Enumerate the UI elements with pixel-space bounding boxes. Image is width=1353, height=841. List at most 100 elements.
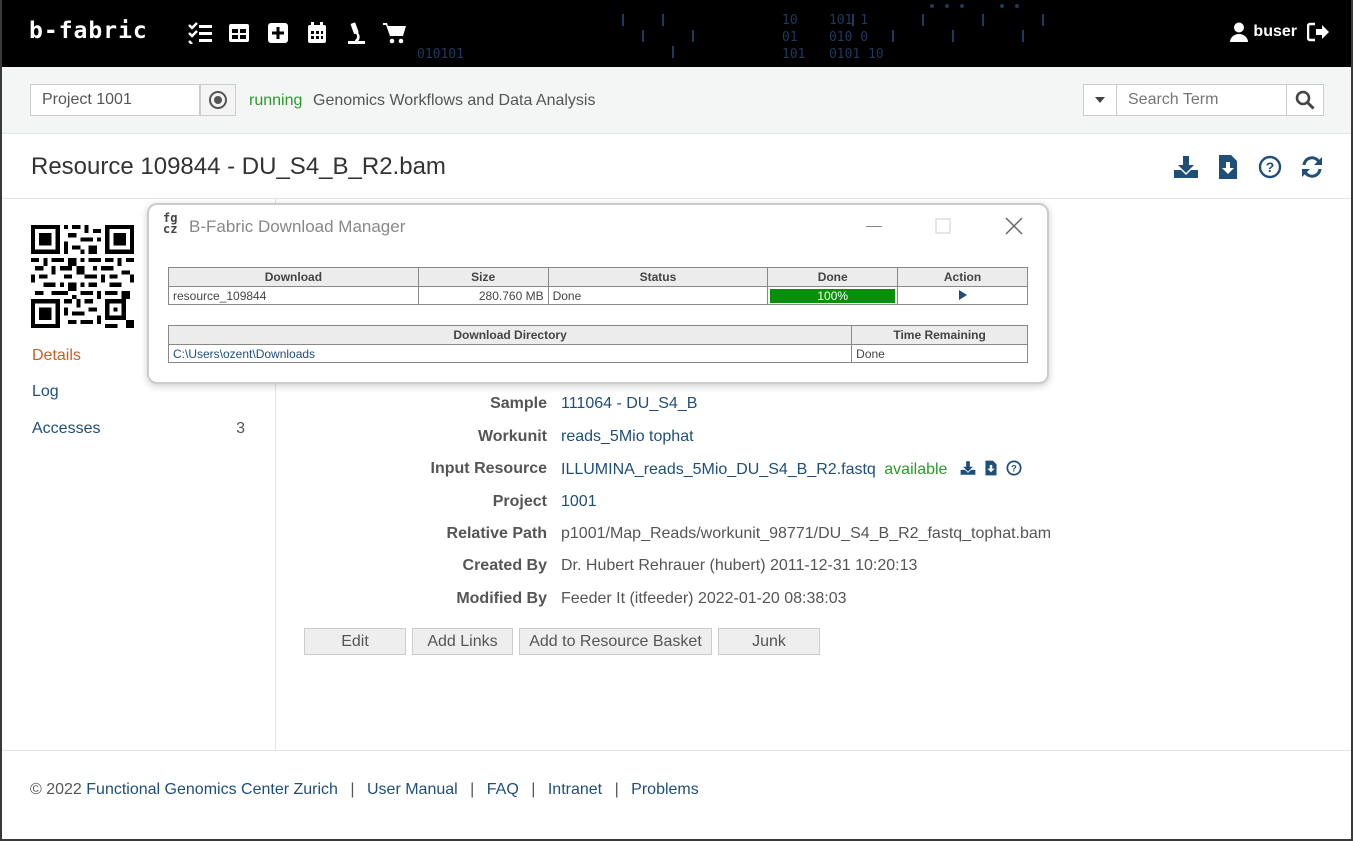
user-menu[interactable]: buser [1229,22,1329,42]
add-links-button[interactable]: Add Links [412,628,513,655]
footer-separator: | [614,781,619,798]
detail-label: Created By [462,557,547,574]
availability-status: available [884,461,948,478]
footer-link-problems[interactable]: Problems [631,781,699,798]
downloads-table: Download Size Status Done Action resourc… [168,267,1028,305]
nav-icons [187,20,407,45]
copyright: © 2022 [30,781,82,798]
app-window: 10 101 1 01 010 0 101 0101 10 010101 b-f… [2,0,1351,839]
col-done: Done [767,267,899,287]
sidebar-item-details[interactable]: Details [32,347,81,365]
created-by-value: Dr. Hubert Rehrauer (hubert) 2011-12-31 … [561,557,918,574]
download-directory-value[interactable]: C:\Users\ozent\Downloads [167,344,853,363]
input-resource-link[interactable]: ILLUMINA_reads_5Mio_DU_S4_B_R2.fastq [561,461,876,478]
sidebar-item-accesses[interactable]: Accesses [32,420,100,438]
table-icon[interactable] [226,20,251,45]
caret-down-icon [1095,97,1105,103]
col-time-remaining: Time Remaining [851,325,1028,345]
footer-link-faq[interactable]: FAQ [487,781,519,798]
close-icon [1005,217,1023,235]
maximize-button[interactable] [931,214,955,238]
download-size: 280.760 MB [417,286,549,305]
svg-text:?: ? [1266,159,1275,175]
search-button[interactable] [1287,84,1324,116]
detail-label: Modified By [456,590,547,607]
progress-cell: 100% [767,286,899,305]
edit-button[interactable]: Edit [304,628,406,655]
detail-label: Workunit [477,428,547,445]
relative-path-value: p1001/Map_Reads/workunit_98771/DU_S4_B_R… [561,525,1052,542]
download-icon[interactable] [960,460,976,476]
close-button[interactable] [1002,214,1026,238]
project-selector[interactable]: Project 1001 [30,84,200,116]
download-manager-dialog: fg cz B-Fabric Download Manager Download… [147,203,1049,384]
col-status: Status [547,267,769,287]
footer-separator: | [470,781,475,798]
action-cell [897,286,1028,305]
footer-links: © 2022 Functional Genomics Center Zurich… [30,781,699,799]
dialog-title: B-Fabric Download Manager [189,217,406,236]
directory-table: Download Directory Time Remaining C:\Use… [167,325,1028,363]
footer-link-user-manual[interactable]: User Manual [367,781,458,798]
action-buttons: Edit Add Links Add to Resource Basket Ju… [304,628,820,655]
detail-label: Project [492,493,547,510]
search-input[interactable] [1117,84,1287,116]
calendar-icon[interactable] [304,20,329,45]
username: buser [1253,23,1297,40]
download-name: resource_109844 [168,286,419,305]
search-scope-dropdown[interactable] [1083,84,1117,116]
help-icon[interactable]: ? [1255,154,1285,180]
project-link[interactable]: 1001 [561,493,597,511]
title-bar: Resource 109844 - DU_S4_B_R2.bam ? [2,134,1351,199]
file-download-icon[interactable] [984,460,998,476]
input-resource-value: ILLUMINA_reads_5Mio_DU_S4_B_R2.fastq ava… [561,460,1022,479]
user-icon [1230,22,1249,42]
input-resource-actions: ? [960,460,1022,476]
logout-icon[interactable] [1307,22,1329,42]
footer-link-intranet[interactable]: Intranet [548,781,602,798]
cart-icon[interactable] [382,20,407,45]
accesses-count: 3 [236,420,245,437]
background-code: 010101 [417,47,464,62]
col-action: Action [897,267,1028,287]
background-pattern [622,4,1044,58]
plus-square-icon[interactable] [265,20,290,45]
tasks-icon[interactable] [187,20,212,45]
project-name: Genomics Workflows and Data Analysis [313,92,596,109]
download-status: Done [547,286,769,305]
col-size: Size [417,267,549,287]
svg-text:?: ? [1011,463,1017,473]
download-icon[interactable] [1171,154,1201,180]
search-icon [1295,90,1315,110]
refresh-icon[interactable] [1297,154,1327,180]
col-download: Download [168,267,419,287]
search-group [1083,84,1324,116]
workunit-link[interactable]: reads_5Mio tophat [561,428,694,446]
footer-link-fgcz[interactable]: Functional Genomics Center Zurich [86,781,338,798]
microscope-icon[interactable] [343,20,368,45]
title-actions: ? [1171,154,1327,180]
project-status: running [249,92,303,109]
table-row: resource_109844 280.760 MB Done 100% [168,286,1028,305]
progress-bar: 100% [770,288,896,303]
project-select-button[interactable] [200,84,236,116]
add-to-resource-basket-button[interactable]: Add to Resource Basket [519,628,712,655]
app-logo[interactable]: b-fabric [29,18,148,44]
minimize-button[interactable] [862,214,886,238]
table-row: C:\Users\ozent\Downloads Done [167,344,1028,363]
detail-label: Input Resource [430,460,547,477]
target-icon [209,91,227,109]
file-download-icon[interactable] [1213,154,1243,180]
detail-label: Relative Path [446,525,547,542]
junk-button[interactable]: Junk [718,628,820,655]
modified-by-value: Feeder It (itfeeder) 2022-01-20 08:38:03 [561,590,847,607]
help-icon[interactable]: ? [1006,460,1022,476]
play-icon[interactable] [958,289,968,300]
top-navbar: 10 101 1 01 010 0 101 0101 10 010101 b-f… [2,0,1351,67]
minimize-icon [866,226,882,227]
fgcz-logo: fg cz [163,211,178,236]
footer: © 2022 Functional Genomics Center Zurich… [2,750,1351,839]
sample-link[interactable]: 111064 - DU_S4_B [561,395,697,413]
qr-code [31,225,134,328]
sidebar-item-log[interactable]: Log [32,383,59,401]
